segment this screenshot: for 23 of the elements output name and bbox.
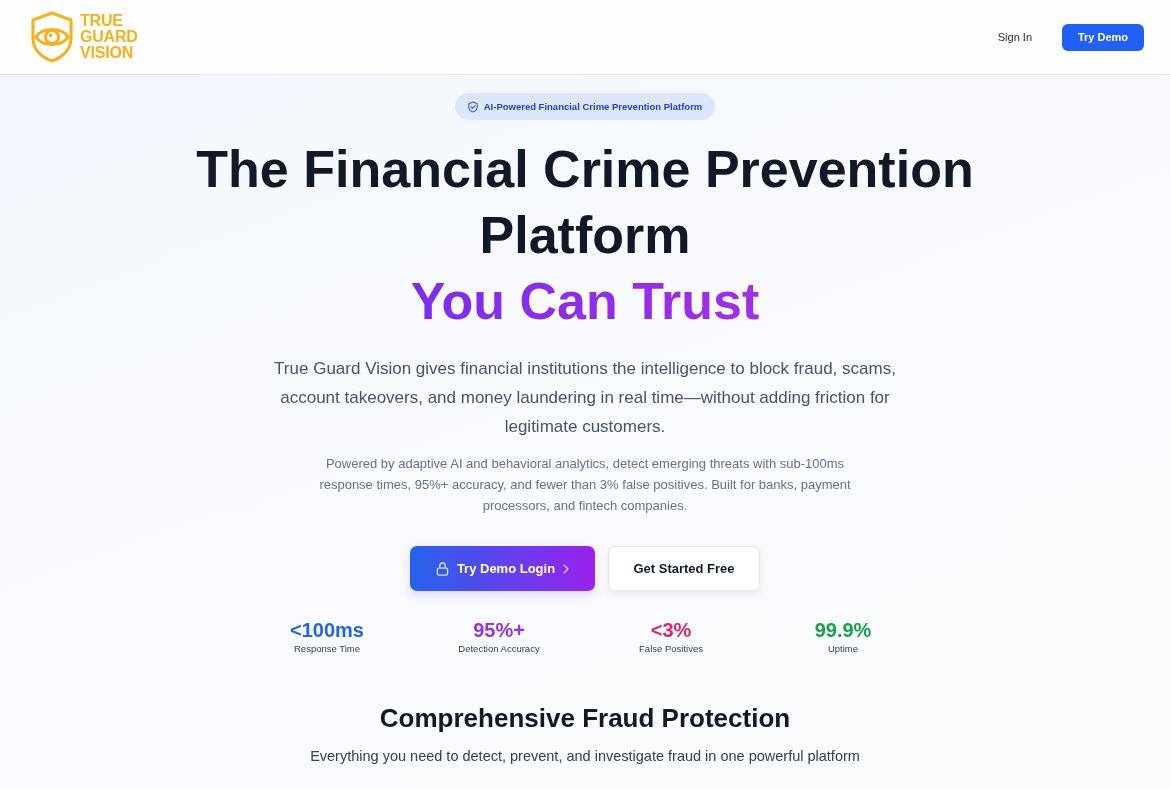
chevron-right-icon (563, 563, 570, 574)
stat-label: False Positives (639, 642, 703, 656)
stat-value: 95%+ (473, 618, 525, 642)
stat-value: <3% (650, 618, 692, 642)
stat-label: Detection Accuracy (458, 642, 540, 656)
hero-detail-paragraph: Powered by adaptive AI and behavioral analytics, detect emerging threats with sub-100ms response times, 95%+ accuracy, and fewer than 3% false positives. Built for banks, payment processors, and fintech companies. (318, 455, 852, 515)
lock-icon (435, 561, 449, 576)
hero-heading: The Financial Crime Prevention Platform (195, 139, 975, 266)
section-heading: Comprehensive Fraud Protection (379, 702, 791, 734)
badge-label: AI-Powered Financial Crime Prevention Platform (483, 101, 703, 112)
section-subtitle: Everything you need to detect, prevent, and investigate fraud in one powerful platform (310, 748, 860, 764)
try-demo-button[interactable]: Try Demo (1062, 23, 1144, 51)
get-started-free-button[interactable]: Get Started Free (608, 546, 760, 591)
stat-label: Response Time (294, 642, 360, 656)
sign-in-link[interactable]: Sign In (997, 31, 1032, 43)
stat-value: <100ms (290, 618, 364, 642)
stat-label: Uptime (827, 642, 859, 656)
try-demo-login-button[interactable]: Try Demo Login (410, 546, 595, 591)
hero-lead-paragraph: True Guard Vision gives financial institutions the intelligence to block fraud, scams, account takeovers, and money laundering in real time—without adding friction for legitimate customers. (273, 358, 897, 438)
shield-check-icon (467, 100, 478, 113)
shield-eye-logo-icon (30, 11, 74, 63)
stat-value: 99.9% (814, 618, 872, 642)
logo-wordmark: TRUE GUARD VISION (80, 13, 138, 61)
